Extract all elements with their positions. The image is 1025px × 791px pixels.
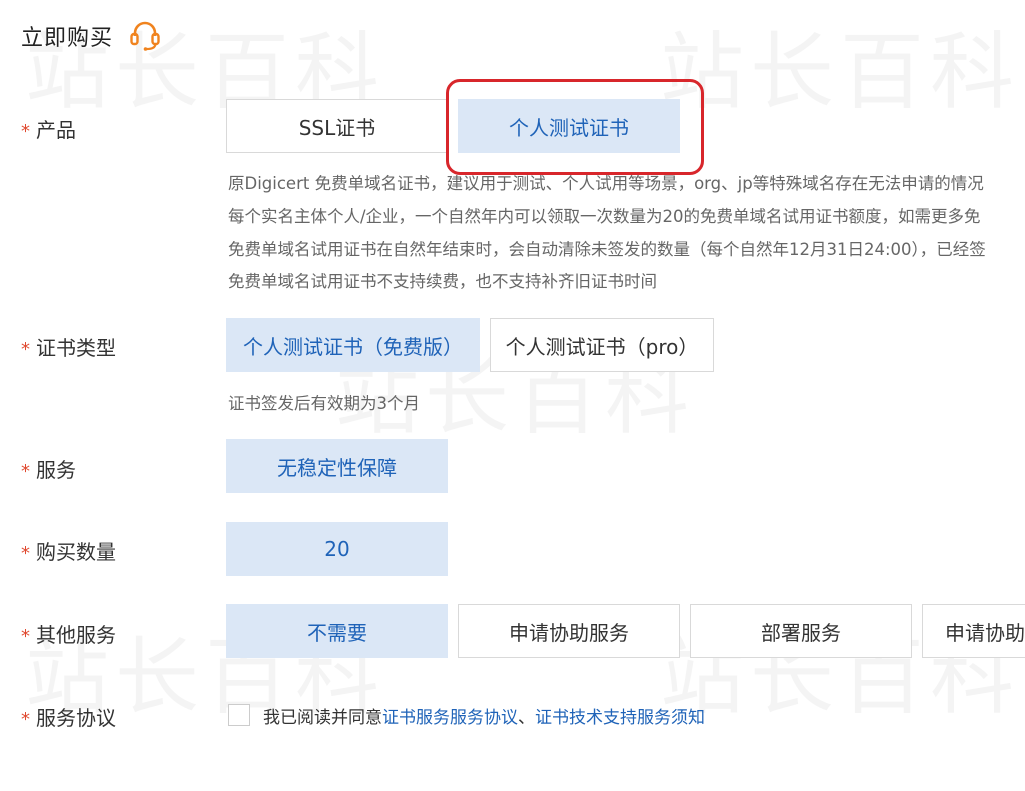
product-label: * 产品 (21, 114, 76, 143)
other-service-label-text: 其他服务 (36, 623, 116, 647)
required-star: * (21, 709, 30, 730)
cert-type-label: * 证书类型 (21, 332, 116, 361)
product-option-ssl[interactable]: SSL证书 (226, 99, 448, 153)
cert-type-label-text: 证书类型 (36, 336, 116, 360)
headset-icon[interactable] (128, 19, 162, 51)
cert-validity-note: 证书签发后有效期为3个月 (228, 394, 420, 413)
agreement-label-text: 服务协议 (36, 706, 116, 730)
watermark-text: 站长百科 (660, 5, 1020, 126)
other-service-label: * 其他服务 (21, 619, 116, 648)
agreement-label: * 服务协议 (21, 702, 116, 731)
required-star: * (21, 121, 30, 142)
tech-support-notice-link[interactable]: 证书技术支持服务须知 (535, 708, 705, 728)
required-star: * (21, 461, 30, 482)
product-description-line: 每个实名主体个人/企业，一个自然年内可以领取一次数量为20的免费单域名试用证书额… (228, 207, 981, 226)
other-service-option-deploy[interactable]: 部署服务 (690, 604, 912, 658)
product-option-personal-test[interactable]: 个人测试证书 (458, 99, 680, 153)
cert-type-option-free[interactable]: 个人测试证书（免费版） (226, 318, 480, 372)
service-option-no-stability[interactable]: 无稳定性保障 (226, 439, 448, 493)
product-description-line: 原Digicert 免费单域名证书，建议用于测试、个人试用等场景，org、jp等… (228, 174, 984, 193)
agreement-text: 我已阅读并同意证书服务服务协议、证书技术支持服务须知 (263, 703, 705, 728)
other-service-option-apply-assist[interactable]: 申请协助服务 (458, 604, 680, 658)
agreement-separator: 、 (518, 708, 535, 728)
service-label: * 服务 (21, 454, 76, 483)
service-agreement-link[interactable]: 证书服务服务协议 (382, 708, 518, 728)
product-label-text: 产品 (36, 118, 76, 142)
quantity-option-20[interactable]: 20 (226, 522, 448, 576)
quantity-label: * 购买数量 (21, 536, 116, 565)
cert-type-option-pro[interactable]: 个人测试证书（pro） (490, 318, 714, 372)
quantity-label-text: 购买数量 (36, 540, 116, 564)
product-description-line: 免费单域名试用证书在自然年结束时，会自动清除未签发的数量（每个自然年12月31日… (228, 240, 986, 259)
required-star: * (21, 543, 30, 564)
service-label-text: 服务 (36, 458, 76, 482)
product-description-line: 免费单域名试用证书不支持续费，也不支持补齐旧证书时间 (228, 272, 657, 291)
agreement-checkbox[interactable] (228, 704, 250, 726)
required-star: * (21, 339, 30, 360)
agreement-prefix: 我已阅读并同意 (263, 708, 382, 728)
other-service-option-apply-assist-2[interactable]: 申请协助 (922, 604, 1025, 658)
other-service-option-none[interactable]: 不需要 (226, 604, 448, 658)
required-star: * (21, 626, 30, 647)
page-title: 立即购买 (21, 26, 114, 51)
